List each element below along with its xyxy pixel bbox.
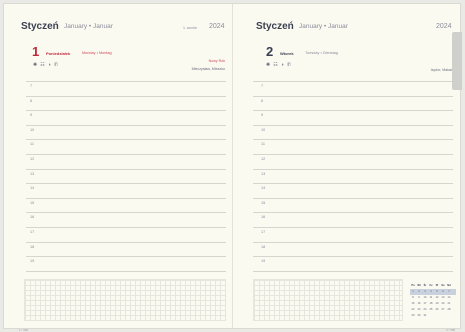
day-name: Poniedziałek — [46, 51, 71, 56]
hour-label: 19 — [261, 259, 266, 264]
hour-rule — [26, 81, 226, 82]
hour-rule — [253, 212, 453, 214]
day-icons: ✺ ☷ ◑ ✆ — [266, 62, 291, 68]
hour-rule — [26, 256, 226, 258]
hour-label: 17 — [30, 230, 35, 234]
hour-rule — [253, 241, 453, 243]
mini-calendar-cell — [446, 313, 452, 319]
moon-icon: ◑ — [47, 62, 51, 68]
hour-label: 12 — [261, 157, 266, 161]
month-title: Styczeń — [21, 21, 59, 32]
hour-label: 18 — [261, 244, 266, 249]
hour-rule — [26, 227, 226, 228]
month-translation: January • Januar — [64, 23, 113, 30]
hour-label: 12 — [30, 157, 35, 161]
hour-label: 10 — [261, 127, 266, 132]
hour-rule — [253, 168, 453, 170]
hour-label: 11 — [261, 142, 265, 147]
hour-label: 9 — [30, 113, 33, 118]
hour-rule — [253, 183, 453, 185]
calendar-icon: ☷ — [40, 62, 45, 68]
hour-rule — [253, 139, 453, 141]
page-tab[interactable] — [452, 32, 462, 90]
month-translation: January • Januar — [299, 23, 348, 30]
planner-spread: Styczeń January • Januar 1. woche 2024 1… — [3, 3, 462, 332]
hour-label: 13 — [30, 171, 35, 176]
hour-label: 7 — [30, 84, 33, 88]
hour-rule — [26, 212, 226, 214]
hour-rule — [253, 110, 453, 112]
page-footer: 2 / 365 — [446, 328, 456, 332]
hour-rule — [253, 227, 453, 228]
mini-calendar-row: 29 30 31 — [410, 313, 456, 319]
hour-rule — [253, 270, 453, 272]
notes-grid — [253, 279, 403, 321]
hour-rule — [26, 183, 226, 185]
phone-icon: ✆ — [286, 62, 291, 68]
page-footer: 1 / 366 — [19, 328, 29, 332]
hour-rule — [26, 95, 226, 97]
hour-label: 14 — [30, 186, 35, 191]
day-translation: Monday • Montag — [82, 51, 112, 55]
hour-rule — [26, 139, 226, 141]
year-label: 2024 — [209, 23, 225, 30]
hour-rule — [253, 95, 453, 97]
hour-label: 8 — [30, 98, 33, 103]
hour-rule — [26, 110, 226, 112]
hour-rule — [26, 154, 226, 155]
calendar-icon: ☷ — [273, 62, 278, 68]
notes-grid — [24, 279, 226, 321]
sun-icon: ✺ — [33, 62, 38, 68]
hour-label: 9 — [261, 113, 264, 118]
day-icons: ✺ ☷ ◑ ✆ — [33, 62, 58, 68]
right-page: Styczeń January • Januar 2024 2 Wtorek T… — [233, 4, 462, 332]
phone-icon: ✆ — [53, 62, 58, 68]
hour-label: 8 — [261, 98, 264, 103]
mini-calendar: Pn Wt Śr Cz Pt So Nd 1 2 3 4 5 6 7 8 9 10 11 12 13 14 15 16 17 1… — [410, 283, 456, 319]
year-label: 2024 — [436, 23, 452, 30]
sun-icon: ✺ — [266, 62, 271, 68]
holiday-note: Nowy Rok — [208, 59, 225, 63]
hour-label: 14 — [261, 186, 266, 191]
hour-label: 16 — [261, 215, 266, 220]
hour-rule — [26, 241, 226, 243]
hour-label: 10 — [30, 127, 35, 132]
hour-label: 17 — [261, 230, 266, 234]
hour-rule — [26, 168, 226, 170]
hour-rule — [26, 270, 226, 272]
hour-label: 7 — [261, 84, 264, 88]
day-name: Wtorek — [280, 51, 294, 56]
month-title: Styczeń — [256, 21, 294, 32]
hour-rule — [253, 124, 453, 126]
hour-label: 13 — [261, 171, 266, 176]
hour-label: 15 — [261, 200, 266, 205]
day-number: 2 — [266, 44, 274, 59]
left-page: Styczeń January • Januar 1. woche 2024 1… — [4, 4, 232, 332]
nameday-note: Izydor, Makary — [430, 68, 454, 72]
day-number: 1 — [32, 44, 40, 59]
week-label: 1. woche — [183, 26, 198, 30]
hour-rule — [26, 197, 226, 199]
moon-icon: ◑ — [280, 62, 284, 68]
hour-rule — [253, 256, 453, 258]
nameday-note: Mieczysław, Mieszko — [191, 67, 225, 71]
hour-label: 18 — [30, 244, 35, 249]
hour-label: 15 — [30, 200, 35, 205]
hour-rule — [253, 81, 453, 82]
hour-rule — [253, 154, 453, 155]
hour-label: 16 — [30, 215, 35, 220]
hour-label: 11 — [30, 142, 34, 147]
hour-rule — [253, 197, 453, 199]
hour-label: 19 — [30, 259, 35, 264]
day-translation: Tuesday • Dienstag — [305, 51, 338, 55]
hour-rule — [26, 124, 226, 126]
